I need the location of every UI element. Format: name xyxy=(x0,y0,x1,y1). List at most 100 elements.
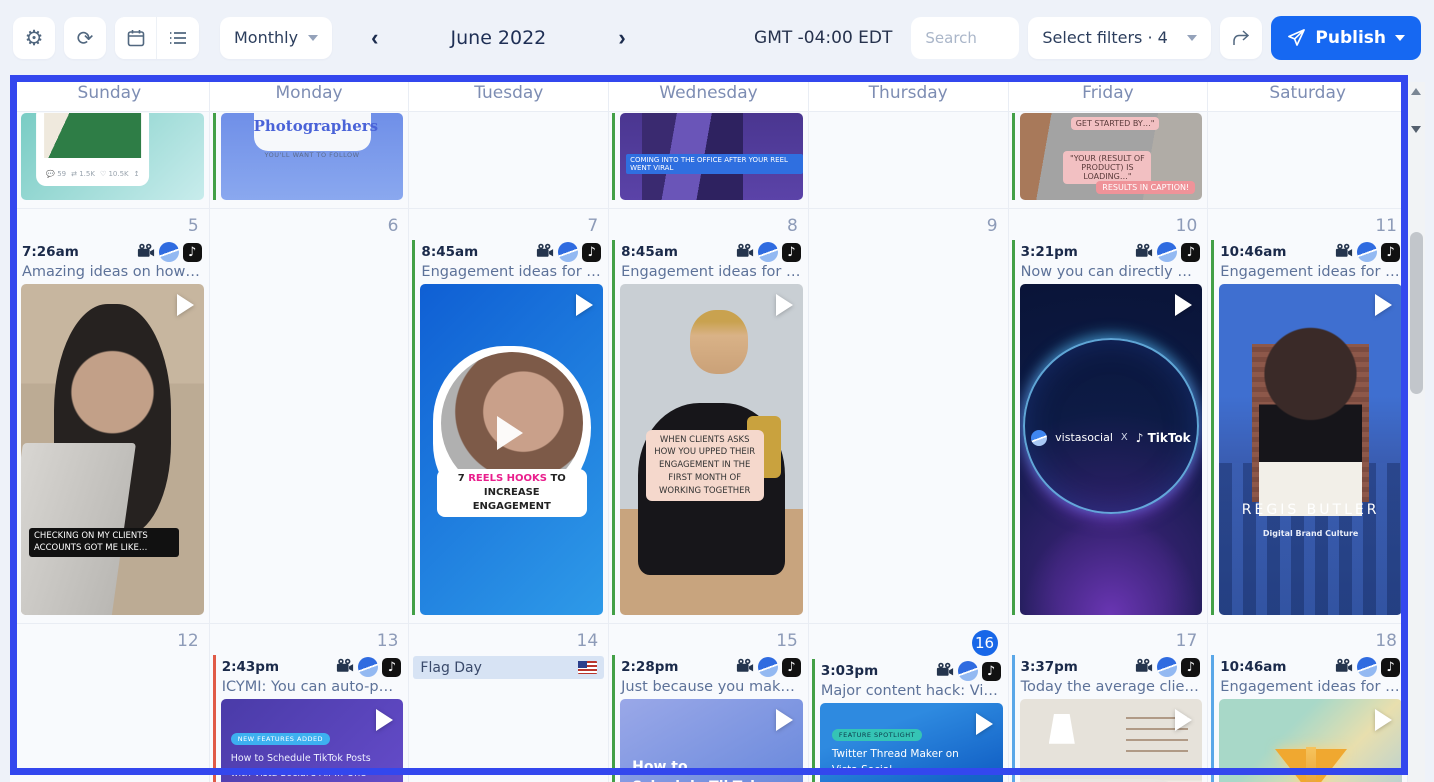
post-card[interactable]: 2:43pm♪ICYMI: You can auto-p…NEW FEATURE… xyxy=(213,655,404,782)
tweet-card: 💬 59⇄ 1.5K♡ 10.5K↥ xyxy=(36,113,149,186)
post-card[interactable]: 3:21pm♪Now you can directly p…vistasocia… xyxy=(1012,240,1203,615)
scroll-down-icon[interactable] xyxy=(1411,126,1421,133)
person-image xyxy=(1259,324,1361,516)
feature-badge: NEW FEATURES ADDED xyxy=(231,733,330,745)
post-card[interactable]: 7:26am♪Amazing ideas on how …CHECKING ON… xyxy=(13,240,204,615)
post-card[interactable]: 3:37pm♪Today the average clie…WHEN YOU S… xyxy=(1012,655,1203,782)
post-card[interactable]: 3:03pm♪Major content hack: Vis…FEATURE S… xyxy=(812,659,1003,782)
post-thumbnail[interactable]: CHECKING ON MY CLIENTS ACCOUNTS GOT ME L… xyxy=(21,284,204,615)
vertical-scrollbar[interactable] xyxy=(1408,82,1425,782)
post-thumbnail[interactable]: vistasocialX♪ TikTok xyxy=(1020,284,1203,615)
settings-button[interactable]: ⚙ xyxy=(13,17,55,59)
post-card[interactable]: 💬 59⇄ 1.5K♡ 10.5K↥ xyxy=(13,113,204,200)
select-filters-dropdown[interactable]: Select filters · 4 xyxy=(1028,17,1211,59)
day-cell[interactable]: GET STARTED BY…""YOUR (RESULT OF PRODUCT… xyxy=(1009,112,1209,209)
next-month-button[interactable]: › xyxy=(610,27,633,49)
post-card[interactable]: 10:46am♪Engagement ideas for … xyxy=(1211,655,1402,782)
post-thumbnail[interactable]: COMING INTO THE OFFICE AFTER YOUR REEL W… xyxy=(620,113,803,200)
publish-button[interactable]: Publish xyxy=(1271,16,1421,60)
post-thumbnail[interactable]: PhotographersYOU'LL WANT TO FOLLOW xyxy=(221,113,404,200)
day-cell[interactable]: COMING INTO THE OFFICE AFTER YOUR REEL W… xyxy=(609,112,809,209)
day-cell[interactable]: 132:43pm♪ICYMI: You can auto-p…NEW FEATU… xyxy=(210,624,410,782)
post-card[interactable]: 10:46am♪Engagement ideas for …REGIS BUTL… xyxy=(1211,240,1402,615)
post-thumbnail[interactable]: GET STARTED BY…""YOUR (RESULT OF PRODUCT… xyxy=(1020,113,1203,200)
post-card[interactable]: COMING INTO THE OFFICE AFTER YOUR REEL W… xyxy=(612,113,803,200)
play-icon xyxy=(776,709,793,731)
day-cell[interactable]: 88:45am♪Engagement ideas for …WHEN CLIEN… xyxy=(609,209,809,624)
profile-avatar xyxy=(558,242,578,262)
profile-avatar xyxy=(1357,242,1377,262)
post-header: 3:37pm♪ xyxy=(1020,655,1203,678)
day-header-sunday: Sunday xyxy=(10,75,210,112)
reel-camera-icon xyxy=(336,658,354,677)
play-icon xyxy=(776,294,793,316)
day-cell[interactable]: 103:21pm♪Now you can directly p…vistasoc… xyxy=(1009,209,1209,624)
post-thumbnail[interactable]: FEATURE SPOTLIGHTTwitter Thread Maker on… xyxy=(820,703,1003,782)
day-cell[interactable]: 12 xyxy=(10,624,210,782)
tweet-stats: 💬 59⇄ 1.5K♡ 10.5K↥ xyxy=(46,170,139,178)
day-cell[interactable]: 💬 59⇄ 1.5K♡ 10.5K↥ xyxy=(10,112,210,209)
post-thumbnail[interactable]: 💬 59⇄ 1.5K♡ 10.5K↥ xyxy=(21,113,204,200)
day-cell[interactable]: 78:45am♪Engagement ideas for …7 REELS HO… xyxy=(409,209,609,624)
scrollbar-thumb[interactable] xyxy=(1410,232,1423,394)
play-icon xyxy=(1375,709,1392,731)
post-card[interactable]: 2:28pm♪Just because you mak…How to Sched… xyxy=(612,655,803,782)
holiday-banner[interactable]: Flag Day xyxy=(413,656,604,679)
day-cell[interactable]: 17 3:37pm♪Today the average clie…WHEN YOU… xyxy=(1009,624,1209,782)
day-header-tuesday: Tuesday xyxy=(409,75,609,112)
day-cell[interactable]: 18 10:46am♪Engagement ideas for … xyxy=(1208,624,1408,782)
month-title: June 2022 xyxy=(423,27,573,49)
post-icons: ♪ xyxy=(1135,242,1200,262)
profile-avatar xyxy=(758,242,778,262)
day-cell[interactable]: 14Flag Day xyxy=(409,624,609,782)
date-bar: 13 xyxy=(210,624,409,654)
day-cell[interactable]: 9 xyxy=(809,209,1009,624)
share-button[interactable] xyxy=(1220,17,1262,59)
post-card[interactable]: 8:45am♪Engagement ideas for …WHEN CLIENT… xyxy=(612,240,803,615)
video-caption: How to Schedule TikTok Posts with Vista … xyxy=(231,751,381,782)
card-subtitle: YOU'LL WANT TO FOLLOW xyxy=(254,151,371,159)
date-number: 17 xyxy=(1176,630,1198,652)
post-thumbnail[interactable]: WHEN CLIENTS ASKS HOW YOU UPPED THEIR EN… xyxy=(620,284,803,615)
day-cell[interactable] xyxy=(1208,112,1408,209)
post-thumbnail[interactable] xyxy=(1219,699,1402,782)
day-cell[interactable]: 6 xyxy=(210,209,410,624)
tiktok-icon: ♪ xyxy=(382,658,401,677)
post-card[interactable]: GET STARTED BY…""YOUR (RESULT OF PRODUCT… xyxy=(1012,113,1203,200)
day-header-thursday: Thursday xyxy=(809,75,1009,112)
feature-badge: FEATURE SPOTLIGHT xyxy=(832,729,922,741)
profile-avatar xyxy=(1157,242,1177,262)
day-cell[interactable]: 163:03pm♪Major content hack: Vis…FEATURE… xyxy=(809,624,1009,782)
date-number: 6 xyxy=(388,215,399,237)
day-cell[interactable] xyxy=(409,112,609,209)
day-cell[interactable]: 152:28pm♪Just because you mak…How to Sch… xyxy=(609,624,809,782)
play-icon xyxy=(1175,709,1192,731)
calendar-view-button[interactable] xyxy=(115,17,157,59)
post-card[interactable]: 8:45am♪Engagement ideas for …7 REELS HOO… xyxy=(412,240,603,615)
holiday-label: Flag Day xyxy=(420,660,482,676)
post-icons: ♪ xyxy=(736,657,801,677)
post-icons: ♪ xyxy=(1335,657,1400,677)
scroll-up-icon[interactable] xyxy=(1411,88,1421,95)
video-caption: CHECKING ON MY CLIENTS ACCOUNTS GOT ME L… xyxy=(29,528,179,557)
tiktok-icon: ♪ xyxy=(782,243,801,262)
post-thumbnail[interactable]: 7 REELS HOOKS TO INCREASE ENGAGEMENT xyxy=(420,284,603,615)
refresh-button[interactable]: ⟳ xyxy=(64,17,106,59)
reel-camera-icon xyxy=(137,243,155,262)
post-thumbnail[interactable]: WHEN YOU SPEND 2 HOURS xyxy=(1020,699,1203,782)
post-thumbnail[interactable]: How to Schedule TikTok Postswith Vista S… xyxy=(620,699,803,782)
post-thumbnail[interactable]: NEW FEATURES ADDED How to Schedule TikTok… xyxy=(221,699,404,782)
prev-month-button[interactable]: ‹ xyxy=(363,27,386,49)
search-input[interactable] xyxy=(911,17,1019,59)
post-card[interactable]: PhotographersYOU'LL WANT TO FOLLOW xyxy=(213,113,404,200)
play-icon xyxy=(376,709,393,731)
view-period-dropdown[interactable]: Monthly xyxy=(220,17,332,59)
day-cell[interactable] xyxy=(809,112,1009,209)
post-thumbnail[interactable]: REGIS BUTLERDigital Brand Culture xyxy=(1219,284,1402,615)
day-cell[interactable]: 1110:46am♪Engagement ideas for …REGIS BU… xyxy=(1208,209,1408,624)
list-view-button[interactable] xyxy=(157,17,199,59)
day-cell[interactable]: PhotographersYOU'LL WANT TO FOLLOW xyxy=(210,112,410,209)
date-number: 18 xyxy=(1375,630,1397,652)
day-cell[interactable]: 57:26am♪Amazing ideas on how …CHECKING O… xyxy=(10,209,210,624)
post-title: ICYMI: You can auto-p… xyxy=(221,678,404,699)
